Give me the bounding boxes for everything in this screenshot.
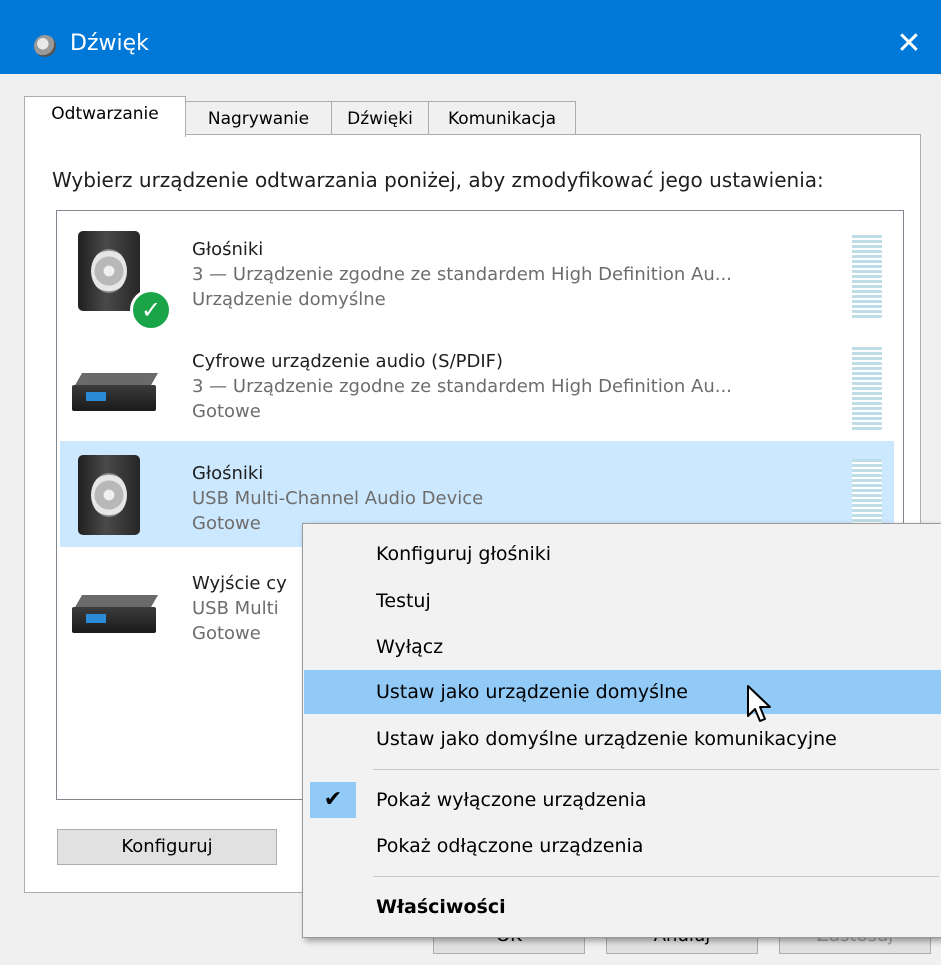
menu-item-show-disabled[interactable]: ✔ Pokaż wyłączone urządzenia [304, 778, 941, 822]
instruction-text: Wybierz urządzenie odtwarzania poniżej, … [52, 168, 824, 192]
menu-item-test[interactable]: Testuj [304, 579, 941, 623]
context-menu: Konfiguruj głośniki Testuj Wyłącz Ustaw … [302, 523, 941, 938]
close-button[interactable]: ✕ [889, 24, 929, 64]
menu-item-configure-speakers[interactable]: Konfiguruj głośniki [304, 532, 941, 576]
menu-item-set-default-communication[interactable]: Ustaw jako domyślne urządzenie komunikac… [304, 717, 941, 761]
digital-audio-box-icon [72, 595, 160, 633]
volume-meter [852, 235, 882, 319]
device-description: USB Multi-Channel Audio Device [192, 488, 484, 509]
default-check-icon: ✓ [130, 289, 172, 331]
device-name: Głośniki [192, 239, 264, 260]
volume-meter [852, 347, 882, 431]
tab-playback[interactable]: Odtwarzanie [24, 96, 186, 137]
device-item[interactable]: ✓ Głośniki 3 — Urządzenie zgodne ze stan… [60, 217, 894, 331]
mouse-pointer-icon [747, 685, 771, 722]
device-name: Wyjście cy [192, 573, 287, 594]
menu-item-set-default[interactable]: Ustaw jako urządzenie domyślne [304, 670, 941, 714]
device-status: Urządzenie domyślne [192, 289, 386, 310]
tab-recording[interactable]: Nagrywanie [185, 101, 332, 135]
sound-app-icon [34, 35, 56, 57]
device-status: Gotowe [192, 513, 261, 534]
device-description: 3 — Urządzenie zgodne ze standardem High… [192, 264, 732, 285]
digital-audio-box-icon [72, 373, 160, 411]
speaker-icon [78, 455, 140, 535]
configure-button[interactable]: Konfiguruj [57, 829, 277, 865]
speaker-icon [78, 231, 140, 311]
device-name: Cyfrowe urządzenie audio (S/PDIF) [192, 351, 504, 372]
device-status: Gotowe [192, 401, 261, 422]
device-item[interactable]: Cyfrowe urządzenie audio (S/PDIF) 3 — Ur… [60, 329, 894, 435]
checkmark-icon: ✔ [310, 782, 356, 818]
device-name: Głośniki [192, 463, 264, 484]
device-status: Gotowe [192, 623, 261, 644]
menu-separator [373, 769, 939, 770]
window-title: Dźwięk [70, 31, 149, 56]
menu-separator [373, 876, 939, 877]
tab-communications[interactable]: Komunikacja [428, 101, 576, 135]
title-bar: Dźwięk ✕ [0, 0, 941, 74]
menu-item-show-disconnected[interactable]: Pokaż odłączone urządzenia [304, 824, 941, 868]
device-description: 3 — Urządzenie zgodne ze standardem High… [192, 376, 732, 397]
menu-item-disable[interactable]: Wyłącz [304, 625, 941, 669]
tab-sounds[interactable]: Dźwięki [331, 101, 429, 135]
menu-item-properties[interactable]: Właściwości [304, 885, 941, 929]
